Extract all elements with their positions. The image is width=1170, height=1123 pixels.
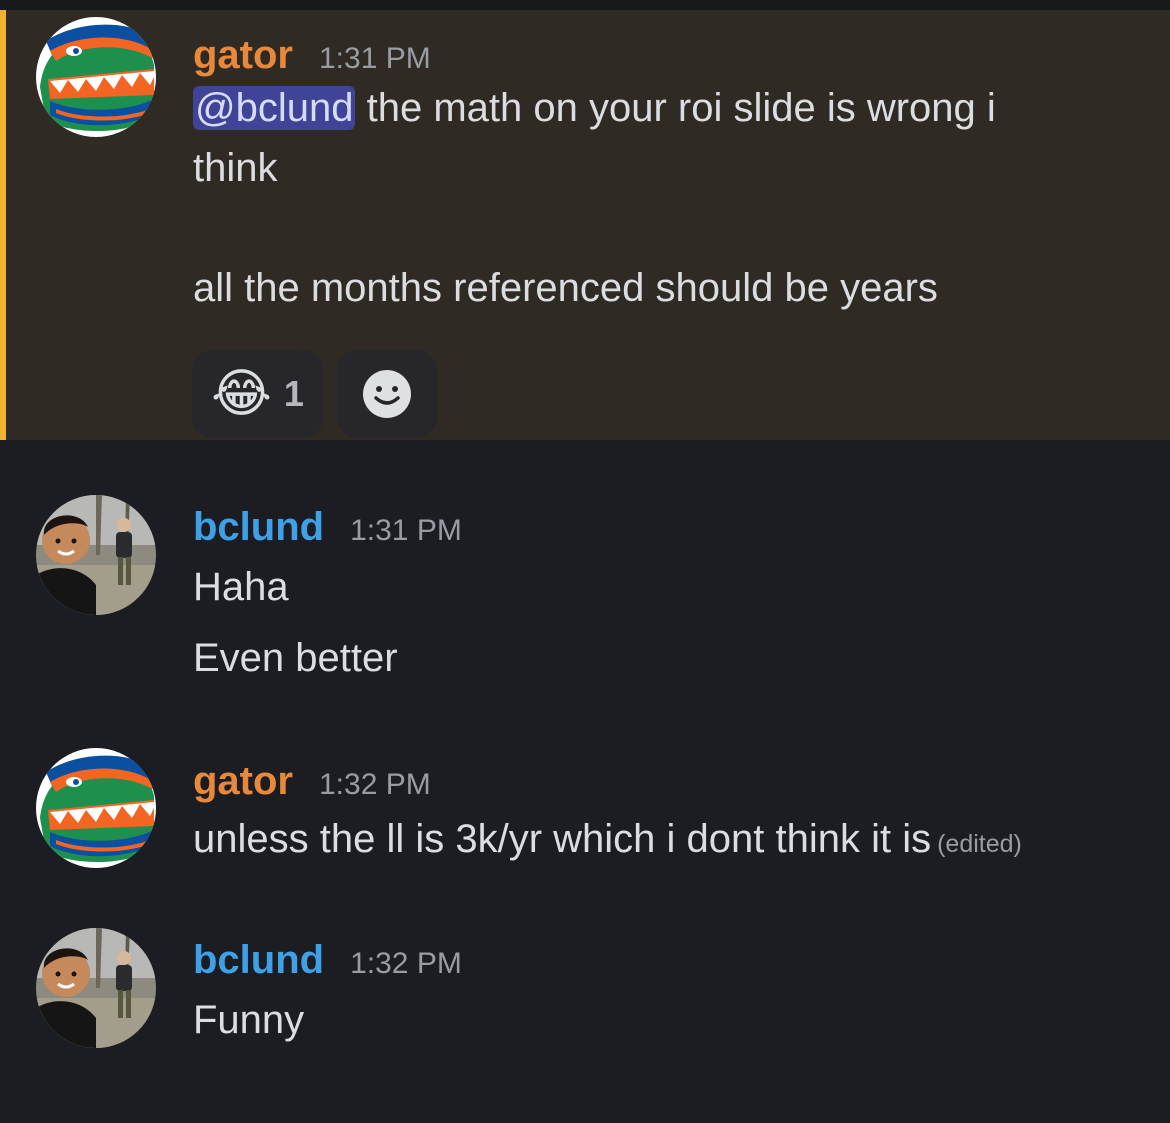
edited-label: (edited) <box>937 830 1022 858</box>
message-text-line: Even better <box>193 636 398 680</box>
message-header: gator 1:31 PM <box>193 31 431 83</box>
gator-logo-icon <box>36 748 156 868</box>
gator-avatar[interactable] <box>36 17 156 137</box>
username[interactable]: bclund <box>193 503 324 551</box>
user-photo-icon <box>36 495 156 615</box>
add-reaction-button[interactable] <box>337 350 437 438</box>
message-header: bclund 1:31 PM <box>193 503 462 555</box>
message-text-line: all the months referenced should be year… <box>193 266 938 310</box>
message-text-line: think <box>193 146 278 190</box>
username[interactable]: bclund <box>193 936 324 984</box>
reaction-count: 1 <box>283 373 304 414</box>
reaction-pill[interactable]: 😂 1 <box>192 350 323 438</box>
timestamp: 1:32 PM <box>350 947 462 980</box>
message-text-line: Funny <box>193 998 305 1042</box>
message-text-line: Haha <box>193 565 289 609</box>
add-reaction-smiley-icon <box>363 370 411 418</box>
message-bclund-2[interactable]: bclund 1:32 PM Funny <box>0 900 1170 1123</box>
message-bclund-1[interactable]: bclund 1:31 PM Haha Even better <box>0 440 1170 700</box>
timestamp: 1:32 PM <box>319 768 431 801</box>
timestamp: 1:31 PM <box>319 42 431 75</box>
bclund-avatar[interactable] <box>36 928 156 1048</box>
message-header: bclund 1:32 PM <box>193 936 462 988</box>
user-mention[interactable]: @bclund <box>193 86 356 130</box>
username[interactable]: gator <box>193 757 293 805</box>
message-text-line: @bclund the math on your roi slide is wr… <box>193 84 996 132</box>
username[interactable]: gator <box>193 31 293 79</box>
message-text-line: unless the ll is 3k/yr which i dont thin… <box>193 815 1022 868</box>
message-gator-1[interactable]: gator 1:31 PM @bclund the math on your r… <box>0 10 1170 440</box>
bclund-avatar[interactable] <box>36 495 156 615</box>
message-text: the math on your roi slide is wrong i <box>355 86 996 130</box>
tears-of-joy-emoji-icon: 😂 <box>211 365 272 423</box>
message-text: unless the ll is 3k/yr which i dont thin… <box>193 817 932 861</box>
mention-indicator-bar <box>0 10 6 440</box>
message-header: gator 1:32 PM <box>193 757 431 809</box>
user-photo-icon <box>36 928 156 1048</box>
gator-avatar[interactable] <box>36 748 156 868</box>
chat-view: gator 1:31 PM @bclund the math on your r… <box>0 0 1170 1123</box>
top-divider <box>0 0 1170 10</box>
gator-logo-icon <box>36 17 156 137</box>
timestamp: 1:31 PM <box>350 514 462 547</box>
message-gator-2[interactable]: gator 1:32 PM unless the ll is 3k/yr whi… <box>0 700 1170 900</box>
